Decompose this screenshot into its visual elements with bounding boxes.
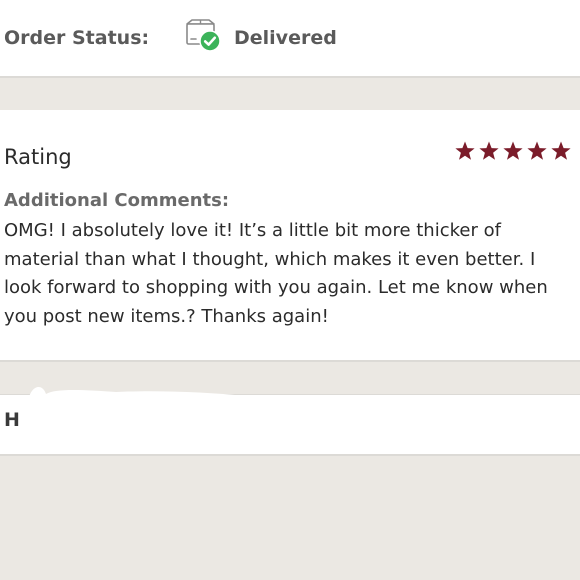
rating-title: Rating: [4, 145, 72, 169]
rating-card: Rating Additional Comments: OMG! I absol…: [0, 110, 580, 362]
star-icon: [551, 141, 571, 160]
order-status-value: Delivered: [234, 27, 337, 49]
order-status-card: Order Status: Delivered: [0, 0, 580, 78]
star-icon: [503, 141, 523, 160]
redaction-mark: [16, 380, 286, 446]
additional-comments-label: Additional Comments:: [4, 190, 230, 211]
star-icon: [455, 141, 475, 160]
order-status-label: Order Status:: [4, 27, 150, 49]
delivered-package-icon: [184, 19, 222, 53]
star-icon: [527, 141, 547, 160]
review-comment: OMG! I absolutely love it! It’s a little…: [4, 220, 548, 327]
star-icon: [479, 141, 499, 160]
star-rating: [454, 140, 572, 162]
